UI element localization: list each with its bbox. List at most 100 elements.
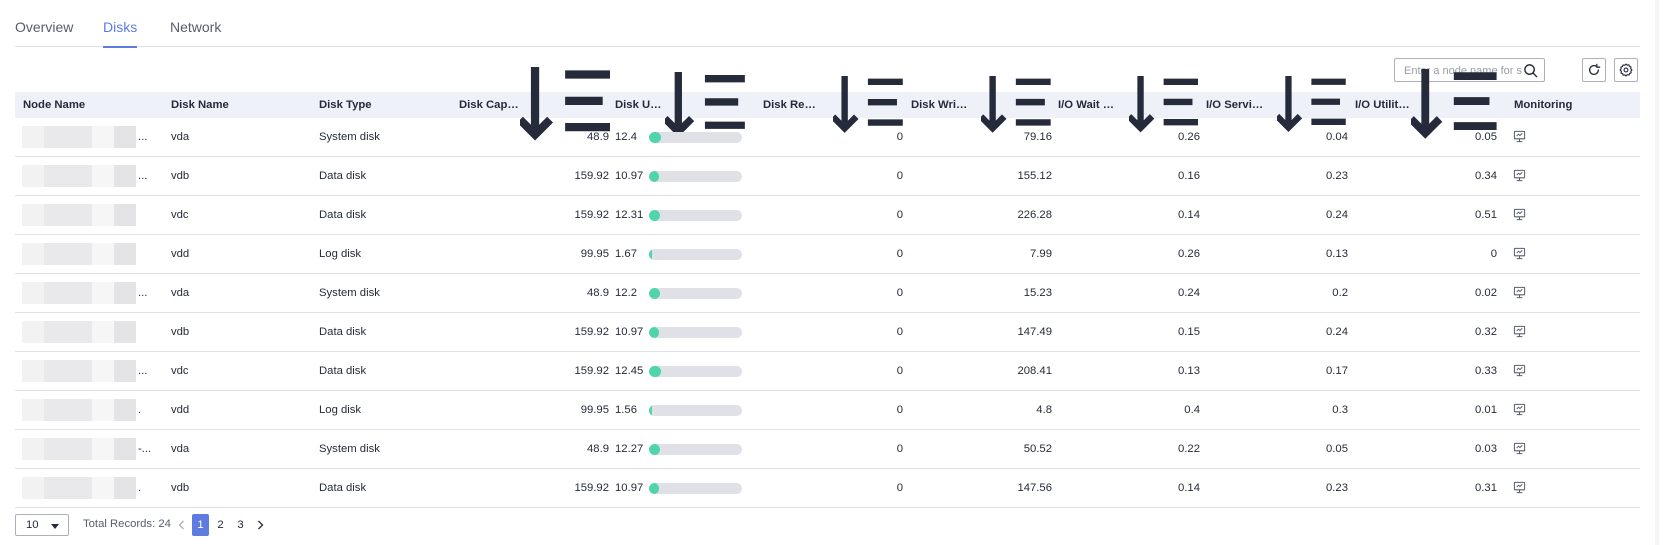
vertical-scrollbar[interactable] [1655, 0, 1659, 545]
column-header-io-service-time[interactable]: I/O Service Time (s... [1206, 76, 1346, 133]
tab-bar: Overview Disks Network [15, 0, 1640, 48]
tab-overview[interactable]: Overview [15, 19, 73, 35]
column-header-disk-write-rate[interactable]: Disk Write Rate (K... [911, 75, 1051, 133]
node-name-cell[interactable] [22, 196, 157, 234]
node-name-cell[interactable]: ... [22, 118, 157, 156]
search-icon[interactable] [1523, 63, 1538, 78]
redacted-block [114, 438, 136, 460]
node-name-cell[interactable]: . [22, 391, 157, 429]
redacted-block [114, 477, 136, 499]
disk-capacity-cell: 48.9 [587, 131, 609, 143]
node-name-ellipsis: ... [138, 287, 148, 299]
io-wait-time-cell: 0.15 [1178, 326, 1200, 338]
column-header-io-wait-time[interactable]: I/O Wait Time (awa... [1058, 76, 1198, 133]
disk-usage-value: 12.4 [615, 131, 637, 143]
io-wait-time-cell: 0.26 [1178, 248, 1200, 260]
node-name-cell[interactable]: ... [22, 157, 157, 195]
disk-write-rate-cell: 226.28 [1017, 209, 1052, 221]
page-2-button[interactable]: 2 [212, 514, 229, 536]
next-page-icon[interactable] [254, 519, 266, 531]
redacted-block [114, 282, 136, 304]
disk-read-rate-cell: 0 [896, 287, 903, 299]
node-name-cell[interactable] [22, 235, 157, 273]
disk-name-cell: vdb [171, 482, 190, 494]
monitor-icon[interactable] [1513, 325, 1526, 338]
io-service-time-cell: 0.24 [1326, 209, 1348, 221]
table-row: . vdb Data disk 159.92 10.97 0 147.56 0.… [15, 469, 1640, 508]
disk-type-cell: Data disk [319, 482, 367, 494]
table-row: -... vda System disk 48.9 12.27 0 50.52 … [15, 430, 1640, 469]
page-1-button[interactable]: 1 [192, 514, 209, 536]
disk-read-rate-cell: 0 [896, 404, 903, 416]
disk-name-cell: vda [171, 287, 190, 299]
node-name-cell[interactable]: . [22, 469, 157, 507]
refresh-button[interactable] [1582, 58, 1606, 82]
column-header-disk-type: Disk Type [319, 99, 372, 111]
disk-type-cell: Data disk [319, 365, 367, 377]
disk-usage-bar-fill [649, 288, 661, 299]
io-service-time-cell: 0.23 [1326, 482, 1348, 494]
column-header-disk-name: Disk Name [171, 99, 229, 111]
disk-type-cell: Data disk [319, 170, 367, 182]
tab-disks[interactable]: Disks [103, 19, 138, 48]
column-header-disk-capacity[interactable]: Disk Capacity (GB) [459, 67, 610, 141]
monitor-icon[interactable] [1513, 247, 1526, 260]
redacted-block [22, 204, 44, 226]
disk-capacity-cell: 48.9 [587, 443, 609, 455]
node-name-cell[interactable] [22, 313, 157, 351]
io-wait-time-cell: 0.16 [1178, 170, 1200, 182]
io-utility-cell: 0.32 [1475, 326, 1497, 338]
disk-usage-bar [649, 249, 742, 260]
monitor-icon[interactable] [1513, 130, 1526, 143]
column-header-disk-usage[interactable]: Disk Usage (%) [615, 71, 745, 137]
monitor-icon[interactable] [1513, 286, 1526, 299]
disk-write-rate-cell: 147.56 [1017, 482, 1052, 494]
redacted-block [114, 321, 136, 343]
disk-read-rate-cell: 0 [896, 365, 903, 377]
node-name-cell[interactable]: ... [22, 274, 157, 312]
disk-usage-bar [649, 132, 742, 143]
table-row: ... vdc Data disk 159.92 12.45 0 208.41 … [15, 352, 1640, 391]
disk-write-rate-cell: 208.41 [1017, 365, 1052, 377]
disk-usage-bar-fill [649, 366, 661, 377]
disk-usage-bar-fill [649, 405, 652, 416]
disk-capacity-cell: 99.95 [580, 404, 609, 416]
disk-usage-value: 10.97 [615, 170, 644, 182]
disk-write-rate-cell: 4.8 [1036, 404, 1052, 416]
disk-write-rate-cell: 7.99 [1030, 248, 1052, 260]
node-name-cell[interactable]: ... [22, 352, 157, 390]
monitor-icon[interactable] [1513, 169, 1526, 182]
io-utility-cell: 0.01 [1475, 404, 1497, 416]
disk-name-cell: vdc [171, 365, 189, 377]
disk-usage-bar-fill [649, 444, 661, 455]
monitor-icon[interactable] [1513, 481, 1526, 494]
redacted-block [92, 126, 114, 148]
pagination: 10 Total Records: 24 1 2 3 [15, 514, 615, 536]
io-wait-time-cell: 0.14 [1178, 482, 1200, 494]
disk-type-cell: Data disk [319, 326, 367, 338]
node-name-ellipsis: ... [138, 170, 148, 182]
column-header-node-name: Node Name [23, 99, 86, 111]
monitor-icon[interactable] [1513, 364, 1526, 377]
node-name-ellipsis: . [138, 482, 142, 494]
redacted-block [114, 399, 136, 421]
node-name-cell[interactable]: -... [22, 430, 157, 468]
monitor-icon[interactable] [1513, 442, 1526, 455]
disk-usage-bar [649, 288, 742, 299]
disk-capacity-cell: 159.92 [574, 326, 609, 338]
disk-read-rate-cell: 0 [896, 209, 903, 221]
tab-network[interactable]: Network [170, 19, 221, 35]
settings-button[interactable] [1614, 58, 1638, 82]
page-3-button[interactable]: 3 [232, 514, 249, 536]
redacted-block [22, 126, 44, 148]
page-size-select[interactable]: 10 [15, 514, 69, 536]
column-header-io-utility[interactable]: I/O Utility (util, %) [1355, 69, 1497, 140]
redacted-block [22, 165, 44, 187]
disk-usage-bar [649, 366, 742, 377]
monitor-icon[interactable] [1513, 403, 1526, 416]
monitor-icon[interactable] [1513, 208, 1526, 221]
io-service-time-cell: 0.23 [1326, 170, 1348, 182]
redacted-block [44, 126, 92, 148]
column-header-disk-read-rate[interactable]: Disk Read Rate (K... [763, 75, 903, 133]
previous-page-icon[interactable] [176, 519, 188, 531]
